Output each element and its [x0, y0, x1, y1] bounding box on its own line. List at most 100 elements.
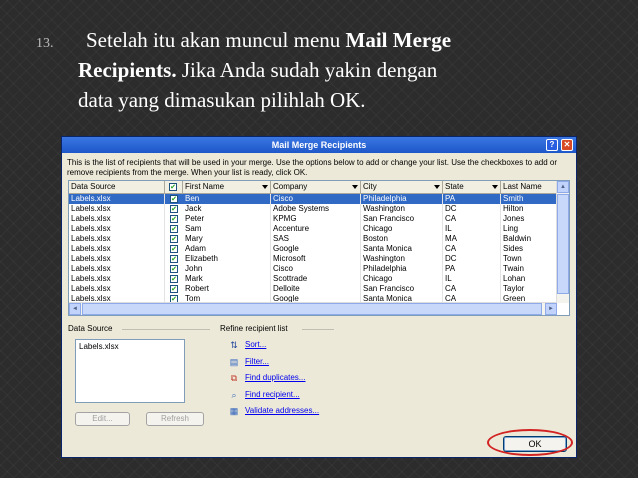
data-source-item[interactable]: Labels.xlsx [79, 342, 181, 351]
cell-last: Ling [501, 224, 557, 234]
chevron-down-icon[interactable] [492, 185, 498, 189]
table-row[interactable]: Labels.xlsx Mary SAS Boston MA Baldwin ✔ [69, 234, 557, 244]
table-row[interactable]: Labels.xlsx John Cisco Philadelphia PA Twain ✔ [69, 264, 557, 274]
cell-state: DC [443, 254, 501, 264]
cell-city: Philadelphia [361, 194, 443, 204]
cell-company: Cisco [271, 264, 361, 274]
table-row[interactable]: Labels.xlsx Robert Delloite San Francisco CA… [69, 284, 557, 294]
row-checkbox[interactable]: ✔ [170, 275, 178, 283]
cell-city: San Francisco [361, 214, 443, 224]
table-row[interactable]: Labels.xlsx Peter KPMG San Francisco CA Jones… [69, 214, 557, 224]
cell-city: Chicago [361, 274, 443, 284]
data-source-label: Data Source [68, 324, 113, 333]
column-header-data-source[interactable]: Data Source [69, 181, 165, 194]
column-header-checkbox[interactable]: ✔ [165, 181, 183, 194]
cell-first: Jack [183, 204, 271, 214]
cell-last: Hilton [501, 204, 557, 214]
table-row[interactable]: Labels.xlsx Sam Accenture Chicago IL Ling ✔ [69, 224, 557, 234]
cell-city: Chicago [361, 224, 443, 234]
dialog-titlebar[interactable]: Mail Merge Recipients ? ✕ [62, 137, 576, 153]
table-row[interactable]: Labels.xlsx Adam Google Santa Monica CA Sides… [69, 244, 557, 254]
cell-state: PA [443, 264, 501, 274]
row-checkbox[interactable]: ✔ [170, 195, 178, 203]
dialog-title: Mail Merge Recipients [271, 140, 367, 150]
cell-first: Mark [183, 274, 271, 284]
cell-company: Google [271, 244, 361, 254]
cell-first: Mary [183, 234, 271, 244]
row-checkbox[interactable]: ✔ [170, 265, 178, 273]
cell-source: Labels.xlsx [69, 254, 165, 264]
divider [122, 329, 210, 330]
row-checkbox[interactable]: ✔ [170, 245, 178, 253]
cell-state: CA [443, 244, 501, 254]
data-source-list[interactable]: Labels.xlsx [75, 339, 185, 403]
row-checkbox[interactable]: ✔ [170, 235, 178, 243]
question-icon[interactable]: ? [546, 139, 558, 151]
validate-icon: ▦ [229, 406, 239, 416]
vertical-scrollbar[interactable]: ▲ [556, 181, 569, 303]
table-row[interactable]: Labels.xlsx Elizabeth Microsoft Washington D… [69, 254, 557, 264]
cell-company: Accenture [271, 224, 361, 234]
scroll-thumb[interactable] [557, 194, 569, 294]
column-header-city[interactable]: City [361, 181, 443, 194]
cell-first: Elizabeth [183, 254, 271, 264]
scroll-right-icon[interactable]: ► [545, 303, 557, 315]
cell-city: Boston [361, 234, 443, 244]
cell-company: Scottrade [271, 274, 361, 284]
cell-last: Sides [501, 244, 557, 254]
cell-state: CA [443, 284, 501, 294]
select-all-checkbox[interactable]: ✔ [169, 183, 177, 191]
refresh-button[interactable]: Refresh [146, 412, 204, 426]
cell-company: Adobe Systems [271, 204, 361, 214]
close-icon[interactable]: ✕ [561, 139, 573, 151]
column-header-first-name[interactable]: First Name [183, 181, 271, 194]
horizontal-scrollbar[interactable]: ◄ ► [69, 302, 557, 315]
cell-city: Washington [361, 254, 443, 264]
cell-city: Santa Monica [361, 244, 443, 254]
row-checkbox[interactable]: ✔ [170, 205, 178, 213]
row-checkbox[interactable]: ✔ [170, 255, 178, 263]
cell-source: Labels.xlsx [69, 264, 165, 274]
instruction-line-1: Setelah itu akan muncul menu Mail Merge [86, 28, 452, 52]
table-row[interactable]: Labels.xlsx Ben Cisco Philadelphia PA Smith ✔ [69, 194, 557, 204]
edit-button[interactable]: Edit... [75, 412, 130, 426]
row-checkbox[interactable]: ✔ [170, 285, 178, 293]
chevron-down-icon[interactable] [262, 185, 268, 189]
table-row[interactable]: Labels.xlsx Mark Scottrade Chicago IL Lohan ✔ [69, 274, 557, 284]
step-number: 13. [36, 36, 54, 51]
table-row[interactable]: Labels.xlsx Jack Adobe Systems Washington DC… [69, 204, 557, 214]
column-header-last-name[interactable]: Last Name [501, 181, 557, 194]
column-header-state[interactable]: State [443, 181, 501, 194]
sort-icon: ⇅ [230, 340, 238, 350]
cell-source: Labels.xlsx [69, 194, 165, 204]
row-checkbox[interactable]: ✔ [170, 215, 178, 223]
cell-company: KPMG [271, 214, 361, 224]
scroll-thumb[interactable] [82, 303, 542, 315]
cell-state: MA [443, 234, 501, 244]
column-header-company[interactable]: Company [271, 181, 361, 194]
cell-state: CA [443, 214, 501, 224]
cell-company: SAS [271, 234, 361, 244]
instruction-line-3: data yang dimasukan pilihlah OK. [78, 88, 366, 112]
cell-source: Labels.xlsx [69, 204, 165, 214]
cell-last: Lohan [501, 274, 557, 284]
row-checkbox[interactable]: ✔ [170, 225, 178, 233]
chevron-down-icon[interactable] [352, 185, 358, 189]
cell-first: Peter [183, 214, 271, 224]
scroll-up-icon[interactable]: ▲ [557, 181, 569, 193]
cell-company: Delloite [271, 284, 361, 294]
cell-last: Jones [501, 214, 557, 224]
cell-last: Smith [501, 194, 557, 204]
cell-city: Philadelphia [361, 264, 443, 274]
cell-first: John [183, 264, 271, 274]
cell-state: PA [443, 194, 501, 204]
cell-source: Labels.xlsx [69, 244, 165, 254]
cell-state: IL [443, 224, 501, 234]
ok-highlight-circle [487, 429, 573, 456]
cell-source: Labels.xlsx [69, 234, 165, 244]
scroll-left-icon[interactable]: ◄ [69, 303, 81, 315]
chevron-down-icon[interactable] [434, 185, 440, 189]
cell-source: Labels.xlsx [69, 274, 165, 284]
recipient-grid[interactable]: Data Source ✔ First Name Company City St… [68, 180, 570, 316]
cell-source: Labels.xlsx [69, 284, 165, 294]
